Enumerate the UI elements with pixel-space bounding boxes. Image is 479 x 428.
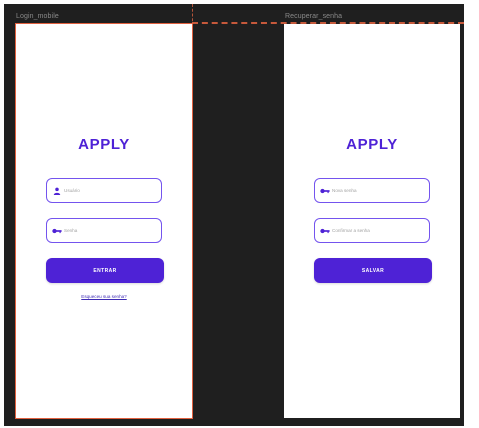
forgot-password-link[interactable]: Esqueceu sua senha? — [16, 294, 192, 299]
new-password-field[interactable] — [314, 178, 430, 203]
frame-title-login[interactable]: Login_mobile — [16, 13, 59, 20]
username-input[interactable] — [64, 188, 154, 193]
key-icon — [52, 226, 62, 236]
login-button[interactable]: ENTRAR — [46, 258, 164, 283]
password-field[interactable] — [46, 218, 162, 243]
recover-password-frame[interactable]: APPLY SALVAR — [284, 24, 460, 418]
confirm-password-input[interactable] — [332, 228, 422, 233]
new-password-input[interactable] — [332, 188, 422, 193]
design-workspace[interactable]: Login_mobile Recuperar_senha APPLY Usuár… — [4, 4, 464, 426]
key-icon — [320, 226, 330, 236]
app-title: APPLY — [346, 136, 398, 153]
username-field[interactable] — [46, 178, 162, 203]
confirm-password-field[interactable] — [314, 218, 430, 243]
app-title: APPLY — [78, 136, 130, 153]
login-frame[interactable]: APPLY Usuário ENTRAR Esqueceu sua senha? — [16, 24, 192, 418]
frame-title-recover[interactable]: Recuperar_senha — [285, 13, 342, 20]
password-input[interactable] — [64, 228, 154, 233]
user-icon — [52, 186, 62, 196]
save-button[interactable]: SALVAR — [314, 258, 432, 283]
key-icon — [320, 186, 330, 196]
canvas: Login_mobile Recuperar_senha APPLY Usuár… — [0, 0, 479, 428]
